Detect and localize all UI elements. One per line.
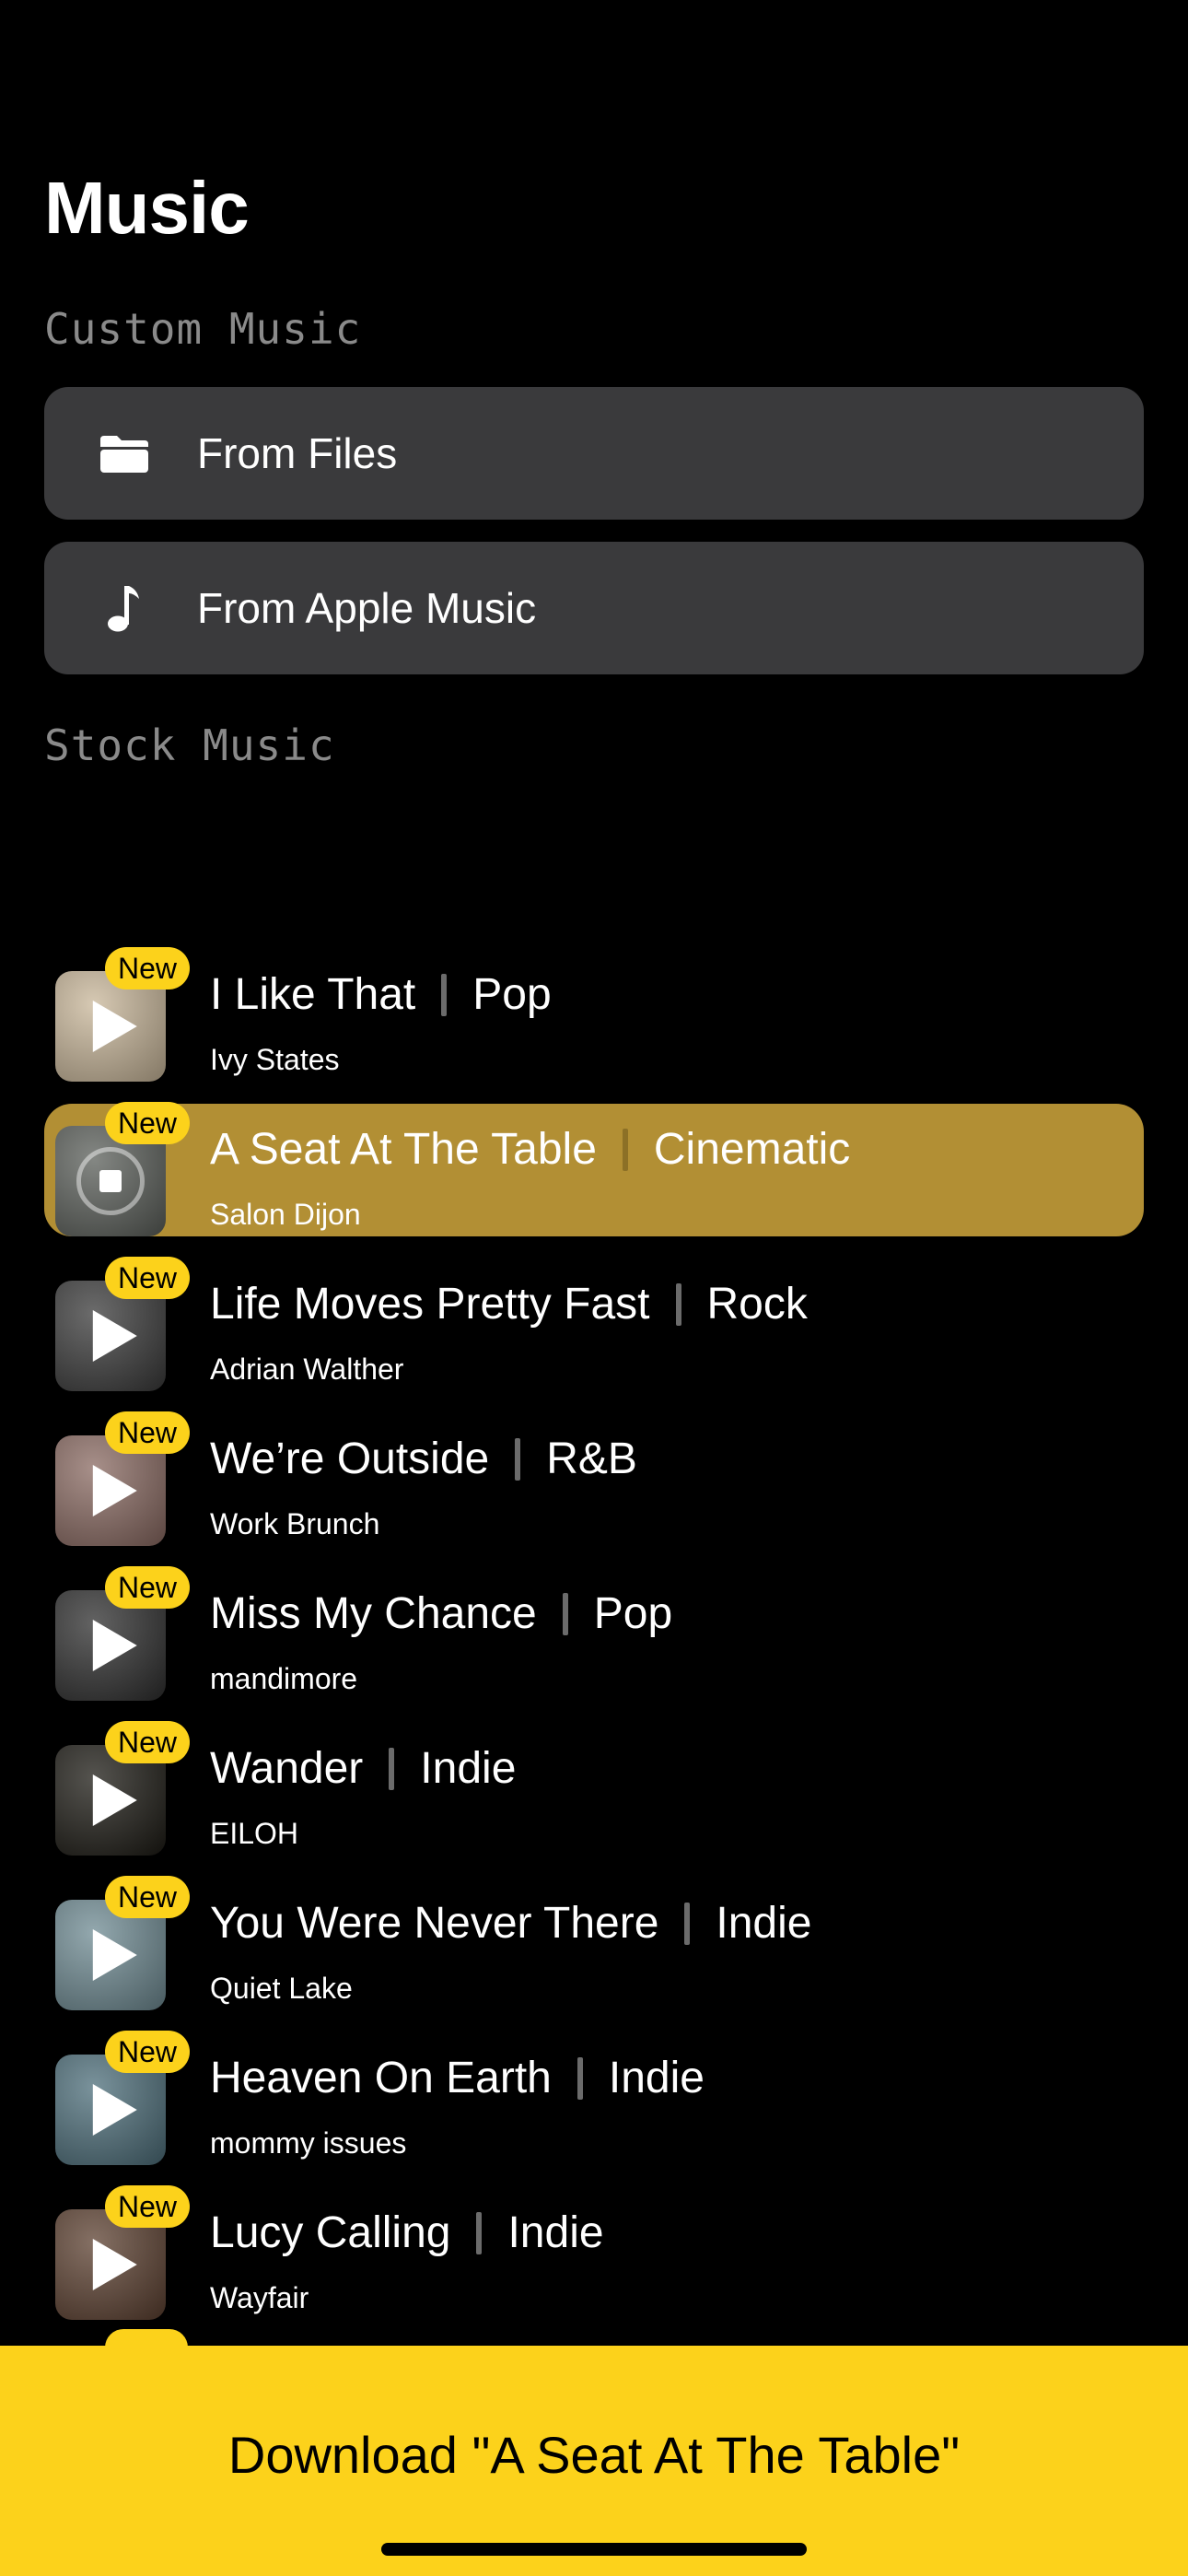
track-row[interactable]: New I Like That Pop Ivy States <box>44 947 1144 1082</box>
track-row[interactable]: New A Seat At The Table Cinematic Salon Dij… <box>44 1102 1144 1236</box>
stop-icon[interactable] <box>76 1147 145 1215</box>
track-row[interactable]: New Wander Indie EILOH <box>44 1721 1144 1856</box>
track-title-row: You Were Never There Indie <box>210 1898 811 1949</box>
track-title: I Like That <box>210 970 416 1019</box>
track-title: You Were Never There <box>210 1899 659 1948</box>
play-icon[interactable] <box>92 1620 137 1671</box>
new-badge: New <box>105 1411 191 1454</box>
new-badge: New <box>105 2185 191 2228</box>
download-button-label: Download "A Seat At The Table" <box>227 2426 961 2484</box>
music-note-icon <box>88 582 160 634</box>
track-genre: Indie <box>420 1744 517 1793</box>
play-icon[interactable] <box>92 1929 137 1981</box>
track-row[interactable]: New Heaven On Earth Indie mommy issues <box>44 2031 1144 2165</box>
title-genre-divider <box>577 2056 583 2100</box>
track-title-row: We’re Outside R&B <box>210 1434 637 1484</box>
play-icon[interactable] <box>92 1310 137 1362</box>
track-artist: Ivy States <box>210 1043 340 1076</box>
title-genre-divider <box>441 973 448 1016</box>
title-genre-divider <box>476 2211 483 2254</box>
track-artist: mandimore <box>210 1662 358 1695</box>
new-badge: New <box>105 1566 191 1609</box>
track-row[interactable]: New We’re Outside R&B Work Brunch <box>44 1411 1144 1546</box>
track-row[interactable]: New Life Moves Pretty Fast Rock Adrian Walt… <box>44 1257 1144 1391</box>
new-badge: New <box>105 1876 191 1918</box>
track-genre: R&B <box>546 1434 637 1483</box>
track-genre: Pop <box>593 1589 673 1638</box>
track-title: Heaven On Earth <box>210 2054 552 2102</box>
play-icon[interactable] <box>92 1465 137 1516</box>
track-title-row: Heaven On Earth Indie <box>210 2053 705 2103</box>
track-title: Miss My Chance <box>210 1589 537 1638</box>
from-apple-music-button[interactable]: From Apple Music <box>44 542 1144 674</box>
title-genre-divider <box>515 1437 521 1481</box>
stock-music-heading: Stock Music <box>44 720 335 770</box>
track-artist: mommy issues <box>210 2126 407 2160</box>
track-title-row: Miss My Chance Pop <box>210 1588 672 1639</box>
track-artist: Quiet Lake <box>210 1972 353 2005</box>
track-title-row: Lucy Calling Indie <box>210 2207 604 2258</box>
from-apple-music-label: From Apple Music <box>197 584 537 632</box>
custom-music-heading: Custom Music <box>44 304 362 354</box>
track-title: Life Moves Pretty Fast <box>210 1280 650 1329</box>
track-genre: Indie <box>716 1899 812 1948</box>
track-row[interactable]: New Lucy Calling Indie Wayfair <box>44 2185 1144 2320</box>
home-indicator <box>381 2543 807 2556</box>
play-icon[interactable] <box>92 1001 137 1052</box>
play-icon[interactable] <box>92 2084 137 2136</box>
play-icon[interactable] <box>92 1774 137 1826</box>
new-badge: New <box>105 1721 191 1763</box>
track-genre: Pop <box>472 970 552 1019</box>
title-genre-divider <box>675 1282 681 1326</box>
track-artist: Salon Dijon <box>210 1198 361 1231</box>
track-artist: Work Brunch <box>210 1507 380 1540</box>
new-badge-partial <box>105 2329 188 2348</box>
track-title-row: A Seat At The Table Cinematic <box>210 1124 850 1175</box>
track-title: We’re Outside <box>210 1434 490 1483</box>
track-genre: Rock <box>706 1280 808 1329</box>
new-badge: New <box>105 1102 191 1144</box>
play-icon[interactable] <box>92 2239 137 2290</box>
new-badge: New <box>105 1257 191 1299</box>
track-artist: Adrian Walther <box>210 1352 404 1386</box>
track-artist: Wayfair <box>210 2281 309 2314</box>
track-title: Wander <box>210 1744 364 1793</box>
track-genre: Cinematic <box>653 1125 851 1174</box>
from-files-button[interactable]: From Files <box>44 387 1144 520</box>
track-title-row: Life Moves Pretty Fast Rock <box>210 1279 808 1329</box>
new-badge: New <box>105 2031 191 2073</box>
track-genre: Indie <box>507 2208 604 2257</box>
folder-icon <box>88 432 160 474</box>
from-files-label: From Files <box>197 429 398 477</box>
download-button[interactable]: Download "A Seat At The Table" <box>0 2346 1188 2576</box>
track-title-row: I Like That Pop <box>210 969 552 1020</box>
track-row[interactable]: New Miss My Chance Pop mandimore <box>44 1566 1144 1701</box>
title-genre-divider <box>389 1747 395 1790</box>
page-title: Music <box>44 167 250 249</box>
track-genre: Indie <box>608 2054 705 2102</box>
track-title: A Seat At The Table <box>210 1125 597 1174</box>
new-badge: New <box>105 947 191 989</box>
title-genre-divider <box>562 1592 568 1635</box>
title-genre-divider <box>622 1128 628 1171</box>
track-row[interactable]: New You Were Never There Indie Quiet Lake <box>44 1876 1144 2010</box>
track-title: Lucy Calling <box>210 2208 451 2257</box>
track-title-row: Wander Indie <box>210 1743 516 1794</box>
title-genre-divider <box>684 1902 691 1945</box>
track-artist: EILOH <box>210 1817 299 1850</box>
